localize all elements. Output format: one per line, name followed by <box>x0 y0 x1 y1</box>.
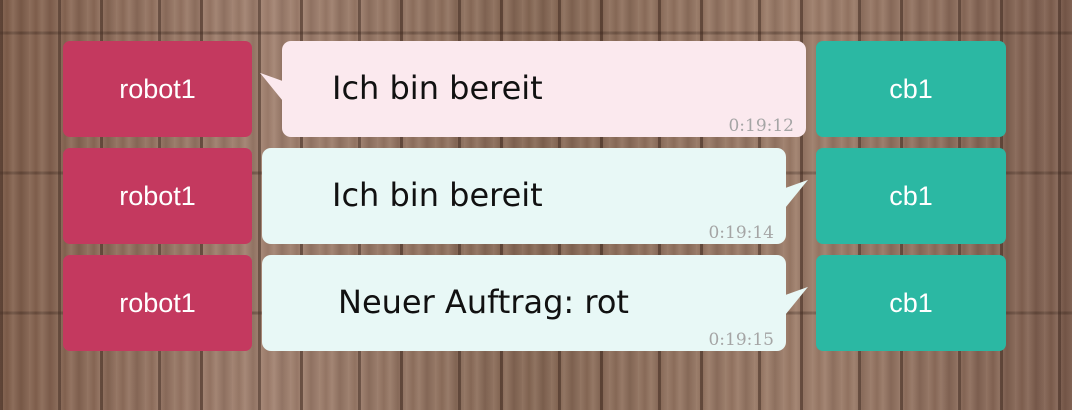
message-text: Ich bin bereit <box>332 69 543 107</box>
cb-agent-label: cb1 <box>816 255 1006 351</box>
message-bubble: Ich bin bereit 0:19:12 <box>282 41 806 137</box>
robot-agent-label: robot1 <box>63 41 252 137</box>
message-row: robot1 Ich bin bereit 0:19:12 cb1 <box>0 41 1072 137</box>
message-timestamp: 0:19:15 <box>708 330 774 350</box>
message-row: robot1 Ich bin bereit 0:19:14 cb1 <box>0 148 1072 244</box>
message-timestamp: 0:19:14 <box>708 223 774 243</box>
cb-agent-label: cb1 <box>816 148 1006 244</box>
robot-agent-label: robot1 <box>63 255 252 351</box>
chat-log: { "messages": [ { "left_agent": "robot1"… <box>0 0 1072 410</box>
message-timestamp: 0:19:12 <box>728 116 794 136</box>
robot-agent-label: robot1 <box>63 148 252 244</box>
cb-agent-label: cb1 <box>816 41 1006 137</box>
message-text: Neuer Auftrag: rot <box>338 283 629 321</box>
message-text: Ich bin bereit <box>332 176 543 214</box>
message-bubble: Ich bin bereit 0:19:14 <box>262 148 786 244</box>
message-row: robot1 Neuer Auftrag: rot 0:19:15 cb1 <box>0 255 1072 351</box>
message-bubble: Neuer Auftrag: rot 0:19:15 <box>262 255 786 351</box>
